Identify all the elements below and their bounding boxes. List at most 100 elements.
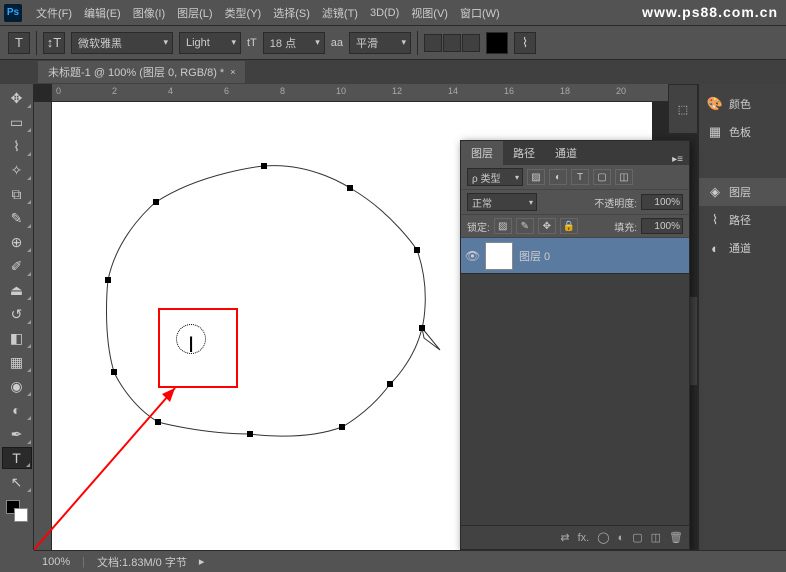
path-select-tool[interactable]: ↖ bbox=[2, 471, 32, 493]
antialias-select[interactable]: 平滑 bbox=[349, 32, 411, 54]
ruler-mark: 2 bbox=[112, 86, 117, 96]
paths-icon: ⌇ bbox=[707, 212, 723, 228]
filter-adjust-icon[interactable]: ◐ bbox=[549, 169, 567, 185]
menu-edit[interactable]: 编辑(E) bbox=[78, 1, 127, 25]
background-color[interactable] bbox=[14, 508, 28, 522]
text-cursor-icon: I bbox=[188, 332, 194, 358]
type-tool[interactable]: T bbox=[2, 447, 32, 469]
layers-icon: ◈ bbox=[707, 184, 723, 200]
delete-layer-icon[interactable]: 🗑 bbox=[669, 531, 683, 544]
layer-name[interactable]: 图层 0 bbox=[519, 248, 550, 264]
menu-3d[interactable]: 3D(D) bbox=[364, 3, 405, 23]
healing-tool[interactable]: ⊕ bbox=[2, 231, 32, 253]
brush-tool[interactable]: ✐ bbox=[2, 255, 32, 277]
path-anchor-handle[interactable] bbox=[419, 325, 425, 331]
align-right-button[interactable] bbox=[462, 34, 480, 52]
layer-group-icon[interactable]: ▢ bbox=[632, 531, 642, 544]
text-color-swatch[interactable] bbox=[486, 32, 508, 54]
color-swatches[interactable] bbox=[0, 498, 33, 526]
lock-position-icon[interactable]: ✥ bbox=[538, 218, 556, 234]
new-layer-icon[interactable]: ◫ bbox=[651, 531, 661, 544]
font-size-select[interactable]: 18 点 bbox=[263, 32, 325, 54]
path-anchor-handle[interactable] bbox=[105, 277, 111, 283]
move-tool[interactable]: ✥ bbox=[2, 87, 32, 109]
info-chevron-icon[interactable]: ▸ bbox=[199, 555, 205, 568]
filter-shape-icon[interactable]: ▢ bbox=[593, 169, 611, 185]
document-tab-title: 未标题-1 @ 100% (图层 0, RGB/8) * bbox=[48, 64, 224, 80]
lasso-tool[interactable]: ⌇ bbox=[2, 135, 32, 157]
document-tab[interactable]: 未标题-1 @ 100% (图层 0, RGB/8) * × bbox=[38, 61, 245, 83]
layer-thumbnail[interactable] bbox=[485, 242, 513, 270]
warp-text-icon[interactable]: ⌇ bbox=[514, 32, 536, 54]
layer-kind-filter[interactable]: ρ 类型 bbox=[467, 168, 523, 186]
eyedropper-tool[interactable]: ✎ bbox=[2, 207, 32, 229]
menu-layer[interactable]: 图层(L) bbox=[171, 1, 218, 25]
path-anchor-handle[interactable] bbox=[261, 163, 267, 169]
font-style-select[interactable]: Light bbox=[179, 32, 241, 54]
align-left-button[interactable] bbox=[424, 34, 442, 52]
wand-tool[interactable]: ✧ bbox=[2, 159, 32, 181]
blur-tool[interactable]: ◉ bbox=[2, 375, 32, 397]
menu-image[interactable]: 图像(I) bbox=[127, 1, 171, 25]
path-anchor-handle[interactable] bbox=[247, 431, 253, 437]
history-brush-tool[interactable]: ↺ bbox=[2, 303, 32, 325]
layers-panel-footer: ⇄ fx. ◯ ◐ ▢ ◫ 🗑 bbox=[461, 525, 689, 549]
opacity-input[interactable]: 100% bbox=[641, 194, 683, 210]
filter-pixel-icon[interactable]: ▨ bbox=[527, 169, 545, 185]
panel-menu-icon[interactable]: ▸≡ bbox=[666, 154, 689, 165]
menu-type[interactable]: 类型(Y) bbox=[219, 1, 268, 25]
tool-preset-icon[interactable]: T bbox=[8, 32, 30, 54]
lock-pixels-icon[interactable]: ✎ bbox=[516, 218, 534, 234]
lock-transparency-icon[interactable]: ▨ bbox=[494, 218, 512, 234]
menu-filter[interactable]: 滤镜(T) bbox=[316, 1, 364, 25]
link-layers-icon[interactable]: ⇄ bbox=[560, 531, 569, 544]
font-family-select[interactable]: 微软雅黑 bbox=[71, 32, 173, 54]
path-anchor-handle[interactable] bbox=[155, 419, 161, 425]
visibility-toggle-icon[interactable]: 👁 bbox=[465, 249, 479, 263]
stamp-tool[interactable]: ⏏ bbox=[2, 279, 32, 301]
marquee-tool[interactable]: ▭ bbox=[2, 111, 32, 133]
filter-smart-icon[interactable]: ◫ bbox=[615, 169, 633, 185]
paths-panel-tab[interactable]: ⌇ 路径 bbox=[699, 206, 786, 234]
dodge-tool[interactable]: ◐ bbox=[2, 399, 32, 421]
text-align-group bbox=[424, 34, 480, 52]
path-anchor-handle[interactable] bbox=[339, 424, 345, 430]
swatches-panel-tab[interactable]: ▦ 色板 bbox=[699, 118, 786, 146]
gradient-tool[interactable]: ▦ bbox=[2, 351, 32, 373]
adjustment-layer-icon[interactable]: ◐ bbox=[618, 532, 625, 544]
close-tab-icon[interactable]: × bbox=[230, 67, 235, 77]
menu-view[interactable]: 视图(V) bbox=[405, 1, 454, 25]
lock-all-icon[interactable]: 🔒 bbox=[560, 218, 578, 234]
channels-panel-tab[interactable]: ◐ 通道 bbox=[699, 234, 786, 262]
menu-file[interactable]: 文件(F) bbox=[30, 1, 78, 25]
orientation-toggle-icon[interactable]: ↕T bbox=[43, 32, 65, 54]
collapsed-dock[interactable]: ⬚ bbox=[668, 84, 698, 134]
menu-window[interactable]: 窗口(W) bbox=[454, 1, 506, 25]
blend-mode-select[interactable]: 正常 bbox=[467, 193, 537, 211]
align-center-button[interactable] bbox=[443, 34, 461, 52]
path-anchor-handle[interactable] bbox=[387, 381, 393, 387]
crop-tool[interactable]: ⧉ bbox=[2, 183, 32, 205]
tab-channels[interactable]: 通道 bbox=[545, 141, 587, 165]
path-anchor-handle[interactable] bbox=[111, 369, 117, 375]
tab-layers[interactable]: 图层 bbox=[461, 141, 503, 165]
zoom-level[interactable]: 100% bbox=[42, 556, 70, 568]
fill-input[interactable]: 100% bbox=[641, 218, 683, 234]
layer-item[interactable]: 👁 图层 0 bbox=[461, 238, 689, 274]
eraser-tool[interactable]: ◧ bbox=[2, 327, 32, 349]
ruler-mark: 14 bbox=[448, 86, 458, 96]
menu-select[interactable]: 选择(S) bbox=[267, 1, 316, 25]
layers-panel-tab[interactable]: ◈ 图层 bbox=[699, 178, 786, 206]
font-size-label: tT bbox=[247, 37, 257, 49]
path-anchor-handle[interactable] bbox=[414, 247, 420, 253]
path-anchor-handle[interactable] bbox=[347, 185, 353, 191]
document-info[interactable]: 文档:1.83M/0 字节 bbox=[97, 554, 187, 570]
pen-tool[interactable]: ✒ bbox=[2, 423, 32, 445]
layer-mask-icon[interactable]: ◯ bbox=[597, 531, 609, 544]
path-anchor-handle[interactable] bbox=[153, 199, 159, 205]
layer-fx-icon[interactable]: fx. bbox=[578, 532, 590, 544]
history-icon[interactable]: ⬚ bbox=[678, 103, 688, 116]
tab-paths[interactable]: 路径 bbox=[503, 141, 545, 165]
color-panel-tab[interactable]: 🎨 颜色 bbox=[699, 90, 786, 118]
filter-type-icon[interactable]: T bbox=[571, 169, 589, 185]
